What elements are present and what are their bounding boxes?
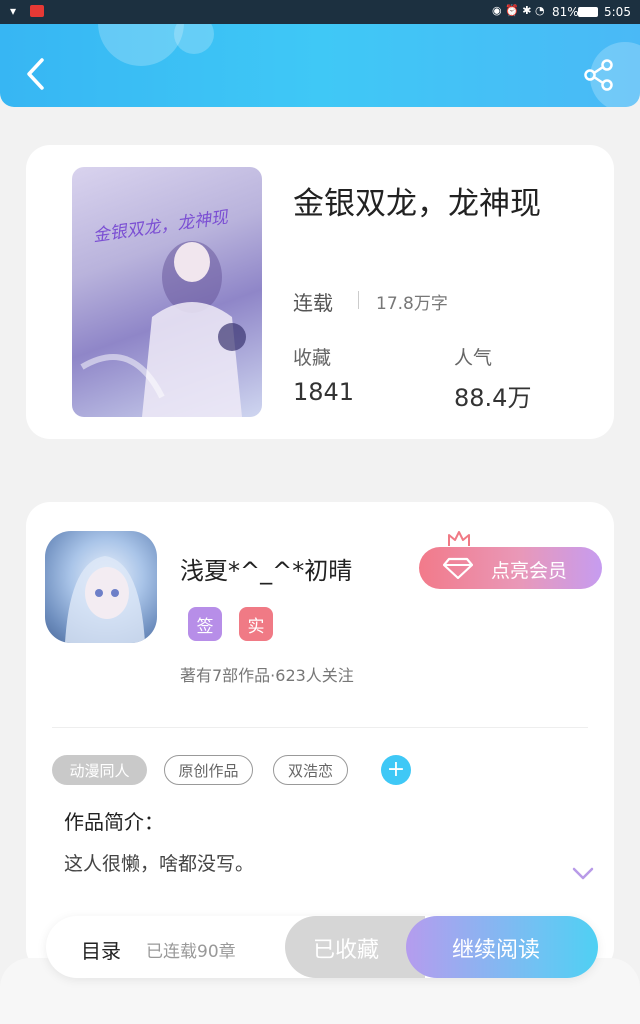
bottom-action-bar: 目录 已连载90章 已收藏 继续阅读	[46, 916, 598, 978]
vip-button[interactable]: 点亮会员	[419, 547, 602, 589]
tag-chip[interactable]: 动漫同人	[52, 755, 147, 785]
continue-reading-label: 继续阅读	[452, 938, 541, 963]
expand-chevron-icon[interactable]	[572, 866, 594, 885]
continue-reading-button[interactable]: 继续阅读	[406, 916, 598, 978]
clock: 5:05	[604, 5, 631, 19]
battery-percent: 81%	[552, 5, 579, 19]
battery-icon	[578, 7, 598, 17]
favorites-label: 收藏	[293, 347, 332, 369]
intro-text: 这人很懒，啥都没写。	[64, 853, 255, 875]
app-notification-icon	[30, 5, 44, 17]
status-bar: ▾ ◉ ⏰ ✱ ◔ 81% 5:05	[0, 0, 640, 24]
diamond-icon	[442, 557, 474, 583]
vip-button-label: 点亮会员	[491, 560, 568, 582]
author-name[interactable]: 浅夏*^_^*初晴	[180, 551, 352, 586]
author-avatar[interactable]	[45, 531, 157, 643]
sign-badge: 签	[188, 607, 222, 641]
divider	[358, 291, 359, 309]
book-cover[interactable]: 金银双龙，龙神现	[72, 167, 262, 417]
collected-label: 已收藏	[313, 938, 380, 963]
wifi-icon: ▾	[10, 4, 17, 18]
share-icon[interactable]	[582, 58, 616, 92]
word-count: 17.8万字	[376, 294, 448, 314]
real-name-badge: 实	[239, 607, 273, 641]
tag-chip[interactable]: 双浩恋	[273, 755, 348, 785]
intro-heading: 作品简介：	[64, 810, 164, 834]
popularity-value: 88.4万	[454, 384, 532, 412]
favorites-value: 1841	[293, 378, 355, 406]
book-status: 连载	[293, 291, 333, 315]
status-icons: ◉ ⏰ ✱ ◔	[492, 4, 545, 17]
back-icon[interactable]	[22, 57, 50, 91]
catalog-button[interactable]: 目录	[81, 935, 121, 964]
author-stats: 著有7部作品·623人关注	[180, 666, 354, 685]
popularity-label: 人气	[454, 347, 493, 369]
collected-button[interactable]: 已收藏	[285, 916, 425, 978]
book-title: 金银双龙，龙神现	[293, 186, 541, 222]
chapter-count: 已连载90章	[146, 942, 236, 962]
tag-chip[interactable]: 原创作品	[164, 755, 253, 785]
add-tag-icon[interactable]: +	[381, 755, 411, 785]
divider	[52, 727, 588, 728]
